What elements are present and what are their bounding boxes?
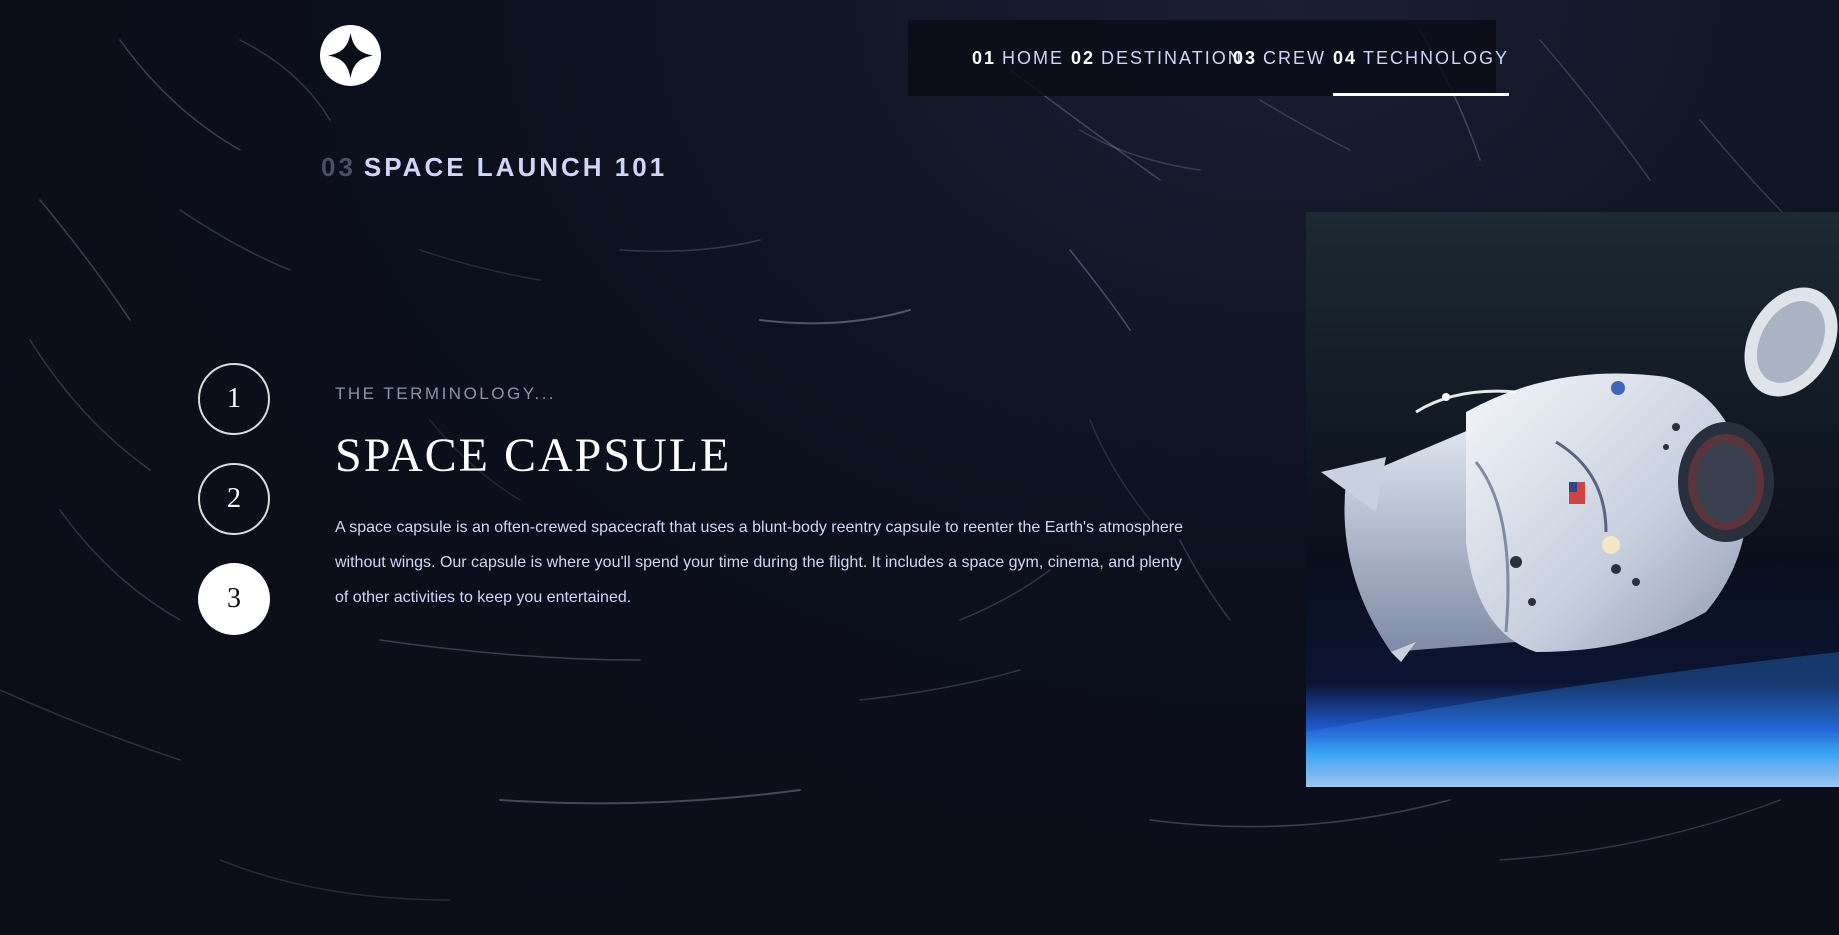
technology-description: A space capsule is an often-crewed space… bbox=[335, 519, 1183, 606]
nav-item-number: 03 bbox=[1233, 47, 1258, 68]
main-nav: 01 HOME 02 DESTINATION 03 CREW 04 TECHNO… bbox=[908, 20, 1510, 96]
technology-name: SPACE CAPSULE bbox=[335, 429, 732, 482]
nav-item-number: 01 bbox=[972, 47, 997, 68]
step-button-3[interactable]: 3 bbox=[198, 563, 270, 635]
nav-item-home[interactable]: 01 HOME bbox=[972, 20, 1064, 96]
page-title-label: SPACE LAUNCH 101 bbox=[363, 152, 668, 182]
nav-item-crew[interactable]: 03 CREW bbox=[1233, 20, 1326, 96]
nav-item-technology[interactable]: 04 TECHNOLOGY bbox=[1333, 20, 1510, 96]
logo[interactable] bbox=[320, 25, 381, 86]
nav-item-label: TECHNOLOGY bbox=[1363, 47, 1510, 68]
page-title-number: 03 bbox=[321, 152, 356, 182]
step-button-2[interactable]: 2 bbox=[198, 463, 270, 535]
step-button-1[interactable]: 1 bbox=[198, 363, 270, 435]
page-title: 03 SPACE LAUNCH 101 bbox=[321, 152, 667, 183]
nav-item-number: 04 bbox=[1333, 47, 1358, 68]
terminology-eyebrow: THE TERMINOLOGY... bbox=[335, 384, 557, 403]
nav-item-label: DESTINATION bbox=[1101, 47, 1243, 68]
nav-item-label: HOME bbox=[1002, 47, 1065, 68]
space-capsule-image bbox=[1306, 212, 1839, 787]
nav-item-number: 02 bbox=[1071, 47, 1096, 68]
nav-item-destination[interactable]: 02 DESTINATION bbox=[1071, 20, 1243, 96]
four-point-star-icon bbox=[328, 33, 373, 78]
nav-item-label: CREW bbox=[1263, 47, 1327, 68]
